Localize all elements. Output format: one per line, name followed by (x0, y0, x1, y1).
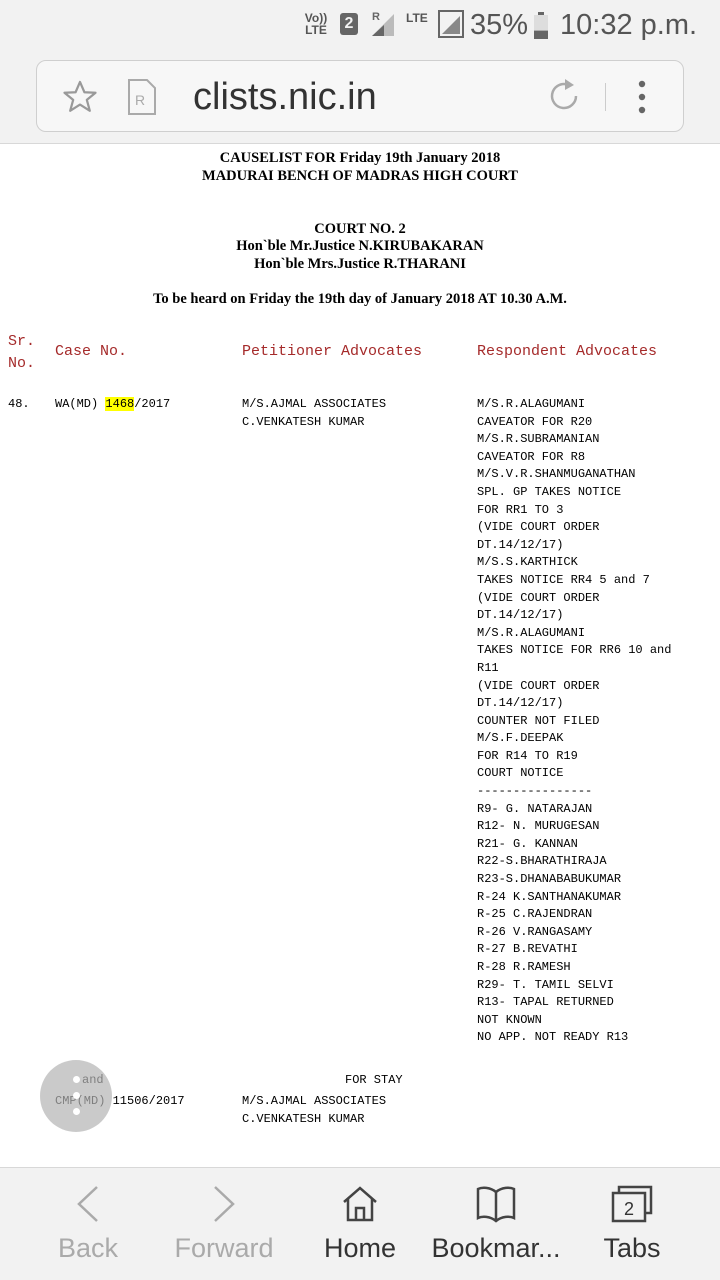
court-number: COURT NO. 2 (314, 221, 406, 237)
court-name: MADURAI BENCH OF MADRAS HIGH COURT (202, 168, 518, 184)
bottom-navigation: Back Forward Home Bookmar... 2 Tabs (0, 1167, 720, 1280)
address-bar[interactable]: R clists.nic.in (36, 60, 684, 132)
back-button[interactable]: Back (20, 1168, 156, 1280)
reload-icon[interactable] (545, 77, 583, 115)
signal-icon-2 (438, 10, 464, 38)
tabs-label: Tabs (603, 1233, 661, 1263)
col-header-no: No. (8, 355, 36, 372)
battery-icon (534, 12, 548, 39)
volte-indicator: Vo)) LTE (304, 11, 328, 37)
fab-dot (73, 1108, 80, 1115)
url-text[interactable]: clists.nic.in (193, 75, 377, 119)
reader-mode-icon[interactable]: R (127, 78, 157, 116)
col-header-petitioner: Petitioner Advocates (242, 343, 423, 360)
tabs-icon: 2 (611, 1185, 653, 1223)
bookmarks-button[interactable]: Bookmar... (428, 1168, 564, 1280)
sim-2-indicator: 2 (340, 13, 358, 35)
fab-dot (73, 1076, 80, 1083)
floating-menu-button[interactable] (40, 1060, 112, 1132)
case-suffix: /2017 (134, 397, 171, 411)
forward-arrow-icon (214, 1186, 235, 1222)
search-highlight: 1468 (105, 397, 135, 411)
case-prefix: WA(MD) (55, 397, 106, 411)
bookmarks-icon (476, 1186, 516, 1223)
toolbar-divider (605, 83, 606, 111)
home-icon (343, 1186, 377, 1222)
col-header-case: Case No. (55, 343, 128, 360)
petitioner-advocates: M/S.AJMAL ASSOCIATES C.VENKATESH KUMAR (242, 397, 387, 429)
browser-toolbar: R clists.nic.in (0, 50, 720, 144)
roaming-label: R (372, 11, 380, 23)
tabs-count: 2 (624, 1199, 634, 1219)
back-label: Back (57, 1233, 119, 1263)
serial-number: 48. (8, 397, 30, 411)
cmp-petitioner-advocates: M/S.AJMAL ASSOCIATES C.VENKATESH KUMAR (242, 1094, 387, 1126)
tabs-button[interactable]: 2 Tabs (564, 1168, 700, 1280)
signal-icon: R (372, 11, 394, 36)
back-arrow-icon (77, 1186, 98, 1222)
status-bar: Vo)) LTE 2 R LTE 35% 10:32 p.m. (0, 0, 720, 50)
bookmarks-label: Bookmar... (431, 1233, 561, 1263)
col-header-sr: Sr. (8, 333, 36, 350)
causelist-title: CAUSELIST FOR Friday 19th January 2018 (219, 150, 501, 166)
clock: 10:32 p.m. (560, 9, 698, 41)
home-button[interactable]: Home (292, 1168, 428, 1280)
judge-2: Hon`ble Mrs.Justice R.THARANI (254, 256, 466, 272)
forward-button[interactable]: Forward (156, 1168, 292, 1280)
forward-label: Forward (174, 1233, 274, 1263)
battery-percent: 35% (470, 9, 529, 41)
star-icon[interactable] (61, 78, 99, 116)
col-header-respondent: Respondent Advocates (477, 343, 658, 360)
reader-mode-label: R (135, 92, 145, 108)
more-options-icon[interactable] (635, 79, 649, 115)
fab-dot (73, 1092, 80, 1099)
hearing-info: To be heard on Friday the 19th day of Ja… (153, 291, 567, 307)
case-number[interactable]: WA(MD) 1468/2017 (55, 396, 170, 414)
respondent-advocates: M/S.R.ALAGUMANI CAVEATOR FOR R20 M/S.R.S… (477, 397, 672, 1045)
for-stay-label: FOR STAY (345, 1073, 403, 1087)
lte-indicator: LTE (406, 11, 428, 25)
web-page-content: CAUSELIST FOR Friday 19th January 2018 M… (0, 145, 720, 1167)
home-label: Home (323, 1233, 397, 1263)
judge-1: Hon`ble Mr.Justice N.KIRUBAKARAN (236, 238, 484, 254)
